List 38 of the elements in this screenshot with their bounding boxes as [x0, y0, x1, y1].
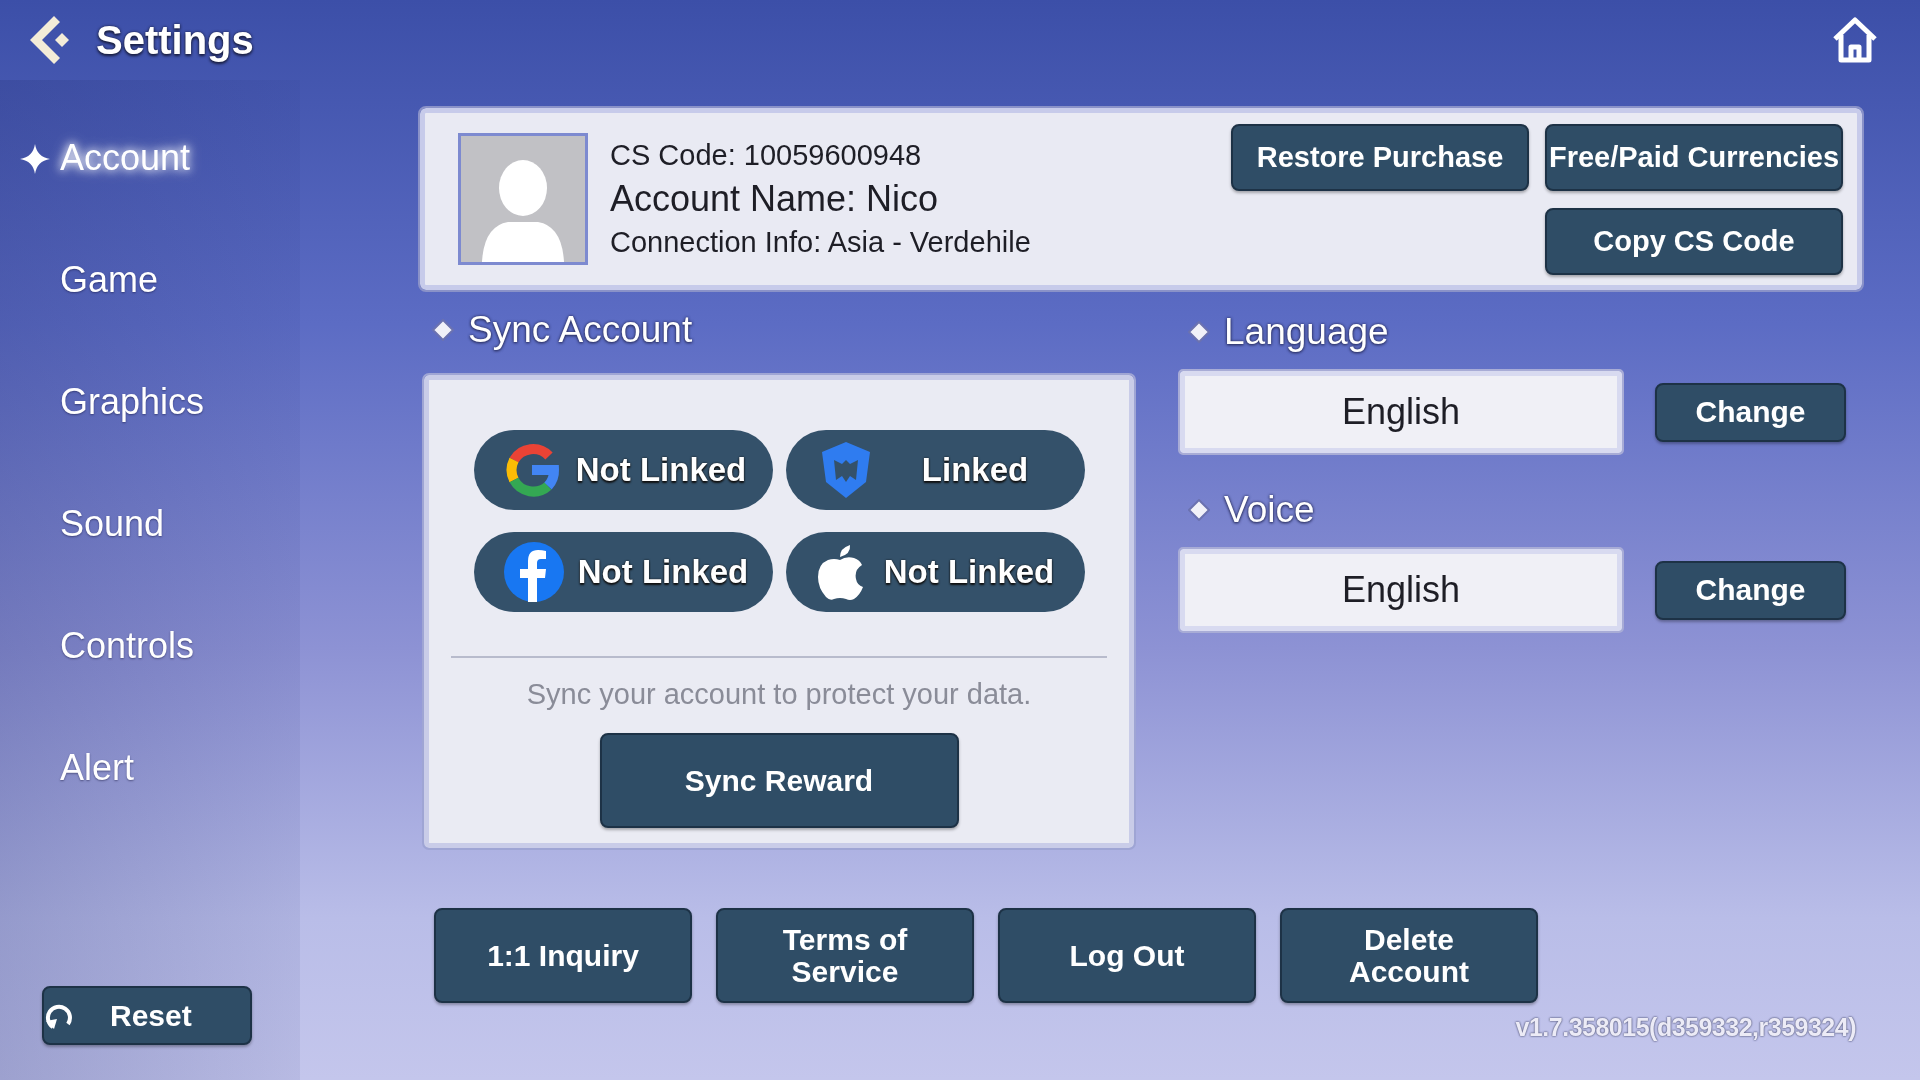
- footer-button[interactable]: Delete Account: [1280, 908, 1538, 1003]
- version-text: v1.7.358015(d359332,r359324): [1515, 1013, 1856, 1042]
- account-link-button[interactable]: Not Linked: [473, 430, 773, 510]
- sync-note: Sync your account to protect your data.: [526, 678, 1032, 711]
- diamond-bullet-icon: [1188, 321, 1210, 343]
- change-button[interactable]: Change: [1655, 560, 1846, 620]
- account-link-button[interactable]: Linked: [785, 430, 1085, 510]
- facebook-logo-icon: [503, 542, 564, 602]
- connection-info: Connection Info: Asia - Verdehile: [610, 226, 1031, 259]
- change-button[interactable]: Change: [1655, 382, 1846, 442]
- footer-button[interactable]: Terms of Service: [716, 908, 974, 1003]
- sidebar-tab[interactable]: Sound: [60, 503, 165, 545]
- cs-code: CS Code: 10059600948: [610, 139, 923, 172]
- account-name: Account Name: Nico: [610, 178, 940, 220]
- footer-button[interactable]: Log Out: [998, 908, 1256, 1003]
- section-title: Language: [1224, 311, 1389, 353]
- sidebar-tab[interactable]: Graphics: [60, 381, 205, 423]
- value-field: English: [1180, 549, 1622, 631]
- reset-button[interactable]: Reset: [42, 986, 252, 1045]
- account-action-button[interactable]: Copy CS Code: [1545, 207, 1843, 275]
- account-action-button[interactable]: Free/Paid Currencies: [1545, 123, 1843, 191]
- footer-button[interactable]: 1:1 Inquiry: [434, 908, 692, 1003]
- sidebar-tab[interactable]: Account: [60, 137, 191, 179]
- section-title: Voice: [1224, 489, 1315, 531]
- sidebar-tab[interactable]: Controls: [60, 625, 195, 667]
- apple-logo-icon: [815, 544, 864, 600]
- page-title: Settings: [96, 17, 254, 63]
- account-link-button[interactable]: Not Linked: [473, 532, 773, 612]
- section-title: Sync Account: [468, 309, 693, 351]
- sparkle-icon: [20, 144, 50, 174]
- account-action-button[interactable]: Restore Purchase: [1231, 123, 1529, 191]
- sidebar-tab[interactable]: Game: [60, 259, 159, 301]
- diamond-bullet-icon: [432, 319, 454, 341]
- google-logo-icon: [503, 442, 560, 498]
- diamond-bullet-icon: [1188, 499, 1210, 521]
- sync-reward-button[interactable]: Sync Reward: [599, 733, 959, 828]
- value-field: English: [1180, 371, 1622, 453]
- account-link-button[interactable]: Not Linked: [785, 532, 1085, 612]
